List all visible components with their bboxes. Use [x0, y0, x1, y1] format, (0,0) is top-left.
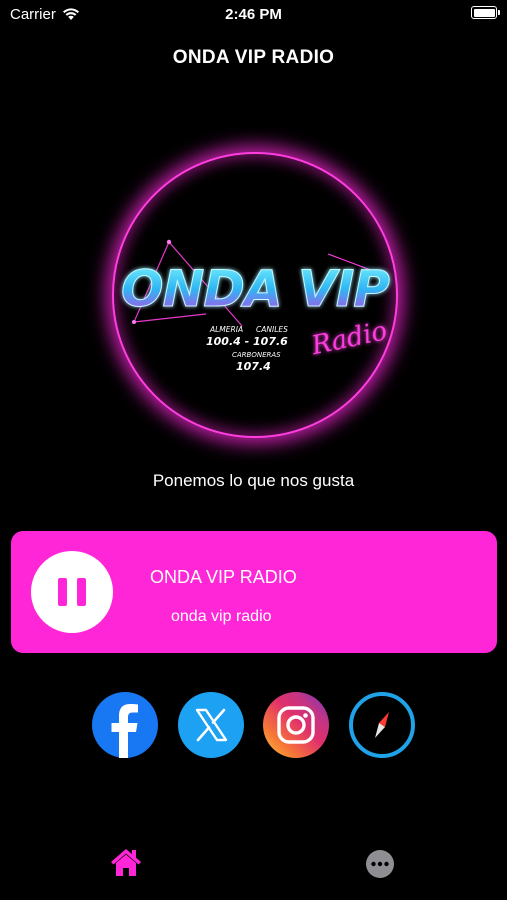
- svg-text:ALMERIA: ALMERIA: [209, 325, 243, 334]
- pause-icon-bar: [77, 578, 86, 606]
- tab-more[interactable]: [364, 848, 396, 880]
- now-playing-title: ONDA VIP RADIO: [150, 567, 297, 587]
- svg-text:107.4: 107.4: [236, 360, 271, 373]
- tab-home[interactable]: [108, 844, 144, 880]
- instagram-icon: [277, 706, 315, 744]
- logo-brand-text: ONDA VIP: [121, 260, 389, 318]
- status-time: 2:46 PM: [225, 6, 282, 23]
- svg-text:CARBONERAS: CARBONERAS: [232, 351, 281, 359]
- now-playing-card[interactable]: ONDA VIP RADIO onda vip radio: [11, 531, 497, 653]
- instagram-button[interactable]: [263, 692, 329, 758]
- tab-bar: [0, 830, 507, 900]
- social-links: [0, 692, 507, 758]
- website-button[interactable]: [349, 692, 415, 758]
- page-title: ONDA VIP RADIO: [172, 47, 335, 68]
- svg-text:CANILES: CANILES: [256, 325, 288, 334]
- x-twitter-icon: [195, 708, 228, 742]
- facebook-button[interactable]: [92, 692, 158, 758]
- svg-text:100.4 - 107.6: 100.4 - 107.6: [206, 335, 288, 348]
- now-playing-subtitle: onda vip radio: [171, 608, 272, 625]
- more-icon: [366, 850, 394, 878]
- twitter-button[interactable]: [178, 692, 244, 758]
- facebook-icon: [111, 704, 138, 758]
- status-bar: Carrier 2:46 PM: [0, 0, 507, 28]
- station-logo: ONDA VIP ALMERIA CANILES 100.4 - 107.6 C…: [112, 152, 398, 438]
- station-tagline: Ponemos lo que nos gusta: [152, 471, 355, 490]
- pause-button[interactable]: [31, 551, 113, 633]
- battery-icon: [471, 6, 500, 19]
- pause-icon: [58, 578, 67, 606]
- svg-text:Radio: Radio: [308, 316, 390, 361]
- home-icon: [111, 849, 141, 876]
- safari-compass-icon: [375, 712, 389, 738]
